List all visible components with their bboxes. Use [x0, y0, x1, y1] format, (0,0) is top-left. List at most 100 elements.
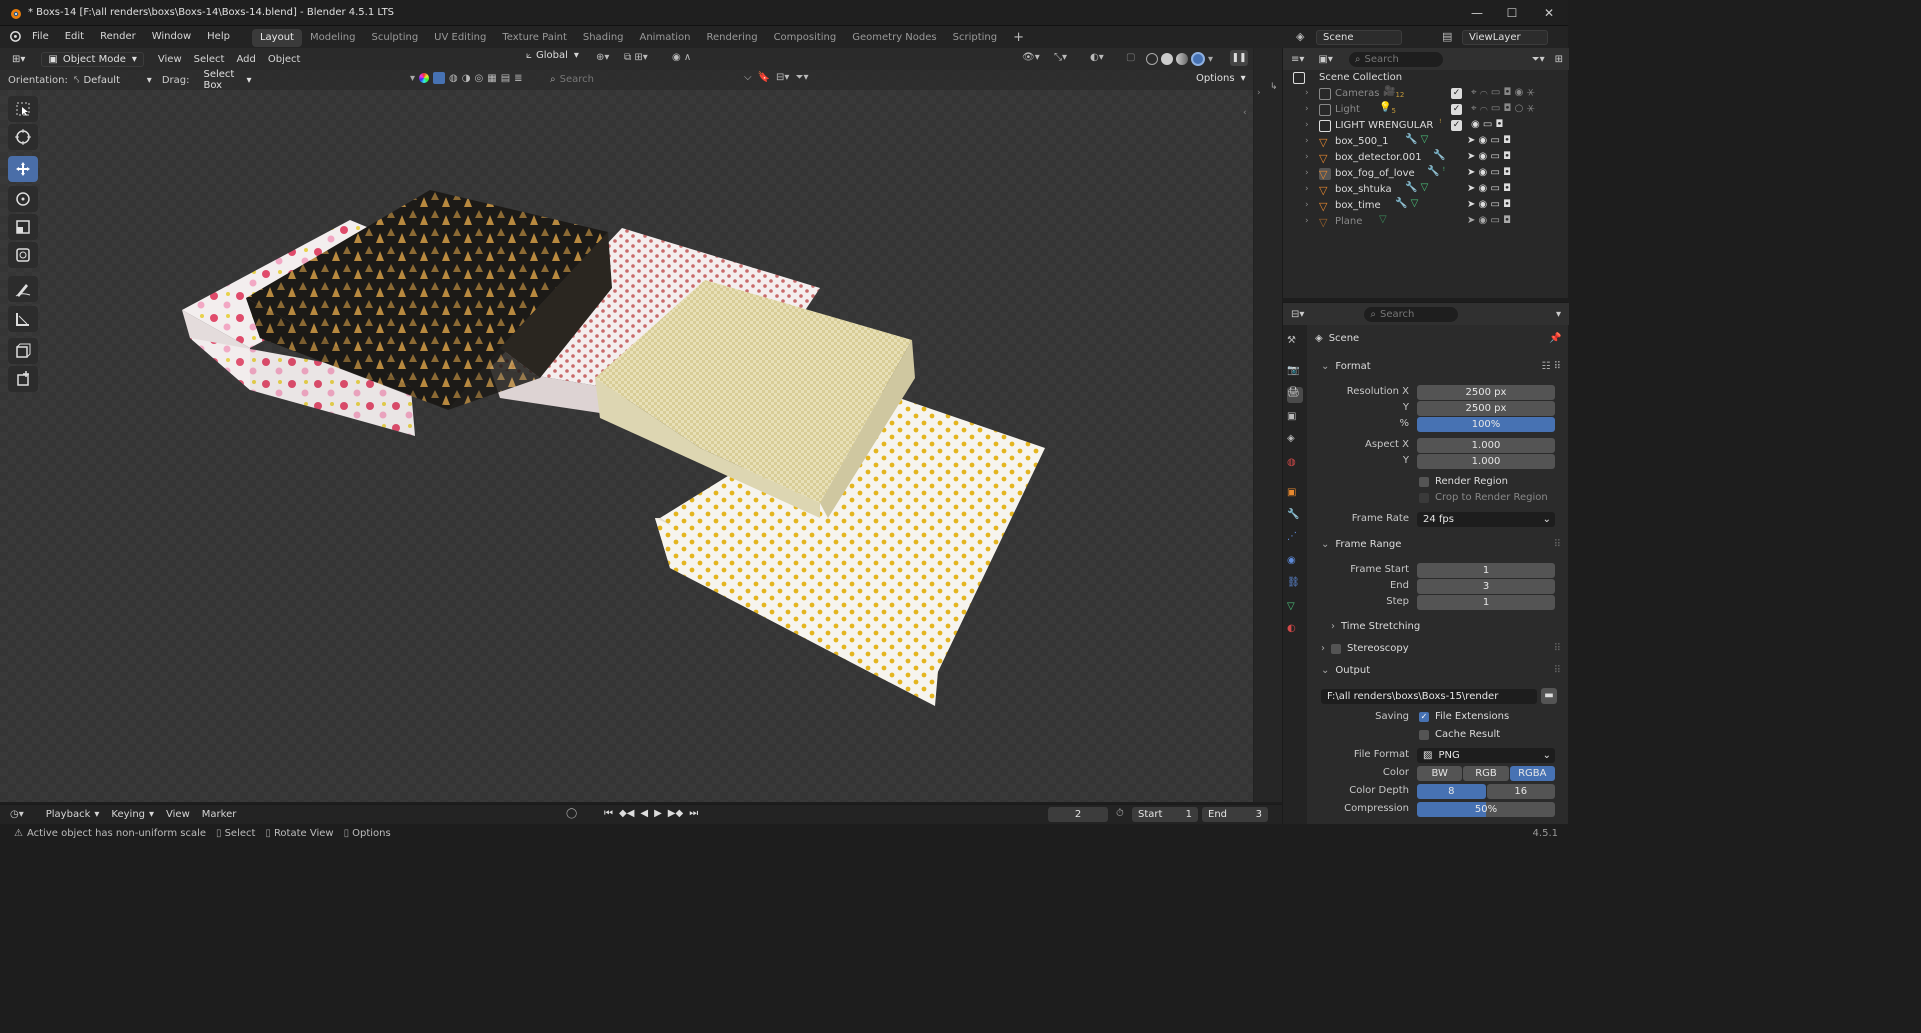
resolution-y-field[interactable]: 2500 px [1417, 401, 1555, 416]
drag-handle-icon[interactable]: ⠿ [1554, 665, 1561, 676]
frame-end-field[interactable]: 3 [1417, 579, 1555, 594]
menu-edit[interactable]: Edit [57, 26, 92, 48]
jump-end-icon[interactable]: ⏭ [689, 808, 698, 819]
timeline-editor-icon[interactable]: ◷▾ [10, 809, 24, 820]
row-toggles[interactable]: ⌖ ⌒ ▭ ◘ ○ ⚹ [1471, 103, 1535, 114]
material-tab-icon[interactable]: ◐ [1287, 623, 1303, 639]
gizmo-toggle-icon[interactable]: ↳ [1270, 82, 1278, 92]
tab-texture-paint[interactable]: Texture Paint [494, 29, 575, 47]
outliner-item-box-500-1[interactable]: › ▽ box_500_1 🔧 ▽ ➤ ◉ ▭ ◘ [1283, 134, 1569, 150]
tab-layout[interactable]: Layout [251, 29, 302, 47]
record-icon[interactable]: ◯ [566, 808, 577, 819]
menu-help[interactable]: Help [199, 26, 238, 48]
outliner-item-box-fog-of-love[interactable]: › ▽ box_fog_of_love 🔧 ꜝ ➤ ◉ ▭ ◘ [1283, 166, 1569, 182]
checkbox-icon[interactable]: ✓ [1451, 104, 1462, 115]
render-region-checkbox[interactable]: Render Region [1419, 476, 1508, 487]
menu-window[interactable]: Window [144, 26, 199, 48]
row-toggles[interactable]: ➤ ◉ ▭ ◘ [1467, 167, 1511, 178]
start-frame-field[interactable]: Start 1 [1132, 807, 1198, 822]
maximize-button[interactable]: ☐ [1497, 4, 1527, 22]
pin-icon[interactable]: 📌 [1549, 333, 1561, 344]
crop-region-checkbox[interactable]: Crop to Render Region [1419, 492, 1548, 503]
tab-scripting[interactable]: Scripting [945, 29, 1005, 47]
scene-selector[interactable]: ◈ Scene [1296, 28, 1402, 46]
color-rgba-button[interactable]: RGBA [1509, 766, 1555, 781]
outliner-root[interactable]: Scene Collection [1283, 70, 1569, 86]
output-path-field[interactable]: F:\all renders\boxs\Boxs-15\render [1321, 689, 1537, 704]
menu-playback[interactable]: Playback ▾ [40, 807, 106, 822]
row-toggles[interactable]: ➤ ◉ ▭ ◘ [1467, 151, 1511, 162]
compression-slider[interactable]: 50% [1417, 802, 1555, 817]
row-toggles[interactable]: ⌖ ⌒ ▭ ◘ ◉ ⚹ [1471, 87, 1535, 98]
stereoscopy-panel-header[interactable]: › Stereoscopy ⠿ [1321, 643, 1561, 654]
play-icon[interactable]: ▶ [654, 808, 662, 819]
collapse-arrow-icon[interactable]: › [1257, 88, 1261, 98]
menu-file[interactable]: File [24, 26, 57, 48]
row-toggles[interactable]: ➤ ◉ ▭ ◘ [1467, 215, 1511, 226]
outliner-search[interactable]: ⌕ Search [1348, 51, 1443, 67]
properties-search[interactable]: ⌕ Search [1364, 306, 1459, 322]
checkbox-icon[interactable]: ✓ [1451, 88, 1462, 99]
properties-options-icon[interactable]: ▾ [1556, 309, 1561, 320]
outliner-item-box-time[interactable]: › ▽ box_time 🔧 ▽ ➤ ◉ ▭ ◘ [1283, 198, 1569, 214]
row-toggles[interactable]: ◉ ▭ ◘ [1471, 119, 1503, 130]
properties-editor-icon[interactable]: ⊟▾ [1291, 309, 1304, 320]
cache-result-checkbox[interactable]: Cache Result [1419, 729, 1500, 740]
outliner-editor-icon[interactable]: ≡▾ [1291, 54, 1304, 65]
tab-sculpting[interactable]: Sculpting [363, 29, 426, 47]
next-keyframe-icon[interactable]: ▶◆ [668, 808, 683, 819]
particles-tab-icon[interactable]: ⋰ [1287, 531, 1303, 547]
menu-render[interactable]: Render [92, 26, 144, 48]
new-collection-icon[interactable]: ⊞ [1555, 54, 1563, 65]
color-bw-button[interactable]: BW [1417, 766, 1463, 781]
drag-handle-icon[interactable]: ⠿ [1554, 643, 1561, 654]
frame-step-field[interactable]: 1 [1417, 595, 1555, 610]
outliner-item-plane[interactable]: › ▽ Plane ▽ ➤ ◉ ▭ ◘ [1283, 214, 1569, 230]
frame-start-field[interactable]: 1 [1417, 563, 1555, 578]
minimize-button[interactable]: — [1462, 4, 1492, 22]
tab-geometry-nodes[interactable]: Geometry Nodes [844, 29, 944, 47]
current-frame-field[interactable]: 2 [1048, 807, 1108, 822]
tab-uv-editing[interactable]: UV Editing [426, 29, 494, 47]
3d-viewport[interactable]: ⊞▾ ▣ Object Mode ▾ View Select Add Objec… [0, 48, 1254, 802]
filter-icon[interactable]: ⏷▾ [1532, 54, 1545, 65]
outliner-item-box-detector[interactable]: › ▽ box_detector.001 🔧 ➤ ◉ ▭ ◘ [1283, 150, 1569, 166]
outliner-item-cameras[interactable]: › Cameras 🎥12 ✓ ⌖ ⌒ ▭ ◘ ◉ ⚹ [1283, 86, 1569, 102]
prev-keyframe-icon[interactable]: ◆◀ [619, 808, 634, 819]
checkbox-icon[interactable]: ✓ [1451, 120, 1462, 131]
close-button[interactable]: ✕ [1534, 4, 1564, 22]
stereoscopy-checkbox[interactable] [1331, 643, 1341, 654]
menu-timeline-view[interactable]: View [160, 807, 196, 822]
tab-modeling[interactable]: Modeling [302, 29, 364, 47]
tab-compositing[interactable]: Compositing [766, 29, 845, 47]
jump-start-icon[interactable]: ⏮ [604, 808, 613, 819]
drag-handle-icon[interactable]: ⠿ [1554, 539, 1561, 550]
row-toggles[interactable]: ➤ ◉ ▭ ◘ [1467, 135, 1511, 146]
end-frame-field[interactable]: End 3 [1202, 807, 1268, 822]
add-workspace-button[interactable]: + [1005, 29, 1032, 47]
output-panel-header[interactable]: ⌄ Output ⠿ [1321, 665, 1561, 676]
outliner-item-light-wrengular[interactable]: › LIGHT WRENGULAR ꜝ ✓ ◉ ▭ ◘ [1283, 118, 1569, 134]
folder-icon[interactable]: ▬ [1541, 688, 1557, 704]
resolution-pct-slider[interactable]: 100% [1417, 417, 1555, 432]
format-panel-header[interactable]: ⌄ Format ☷ ⠿ [1321, 361, 1561, 372]
sidebar-toggle-icon[interactable]: ‹ [1243, 108, 1247, 118]
row-toggles[interactable]: ➤ ◉ ▭ ◘ [1467, 183, 1511, 194]
frame-range-panel-header[interactable]: ⌄ Frame Range ⠿ [1321, 539, 1561, 550]
aspect-x-field[interactable]: 1.000 [1417, 438, 1555, 453]
aspect-y-field[interactable]: 1.000 [1417, 454, 1555, 469]
menu-keying[interactable]: Keying ▾ [105, 807, 160, 822]
object-tab-icon[interactable]: ▣ [1287, 487, 1303, 503]
time-stretching-panel-header[interactable]: › Time Stretching [1331, 621, 1420, 632]
tab-rendering[interactable]: Rendering [698, 29, 765, 47]
render-tab-icon[interactable]: 📷 [1287, 365, 1303, 381]
stopwatch-icon[interactable]: ⏱ [1116, 808, 1124, 819]
menu-marker[interactable]: Marker [196, 807, 243, 822]
blender-menu-icon[interactable] [0, 29, 24, 45]
presets-icon[interactable]: ☷ ⠿ [1542, 361, 1561, 372]
outliner-item-box-shtuka[interactable]: › ▽ box_shtuka 🔧 ▽ ➤ ◉ ▭ ◘ [1283, 182, 1569, 198]
viewlayer-selector[interactable]: ▤ ViewLayer [1442, 28, 1548, 46]
frame-rate-dropdown[interactable]: 24 fps ⌄ [1417, 512, 1555, 527]
row-toggles[interactable]: ➤ ◉ ▭ ◘ [1467, 199, 1511, 210]
display-mode-icon[interactable]: ▣▾ [1318, 54, 1332, 65]
